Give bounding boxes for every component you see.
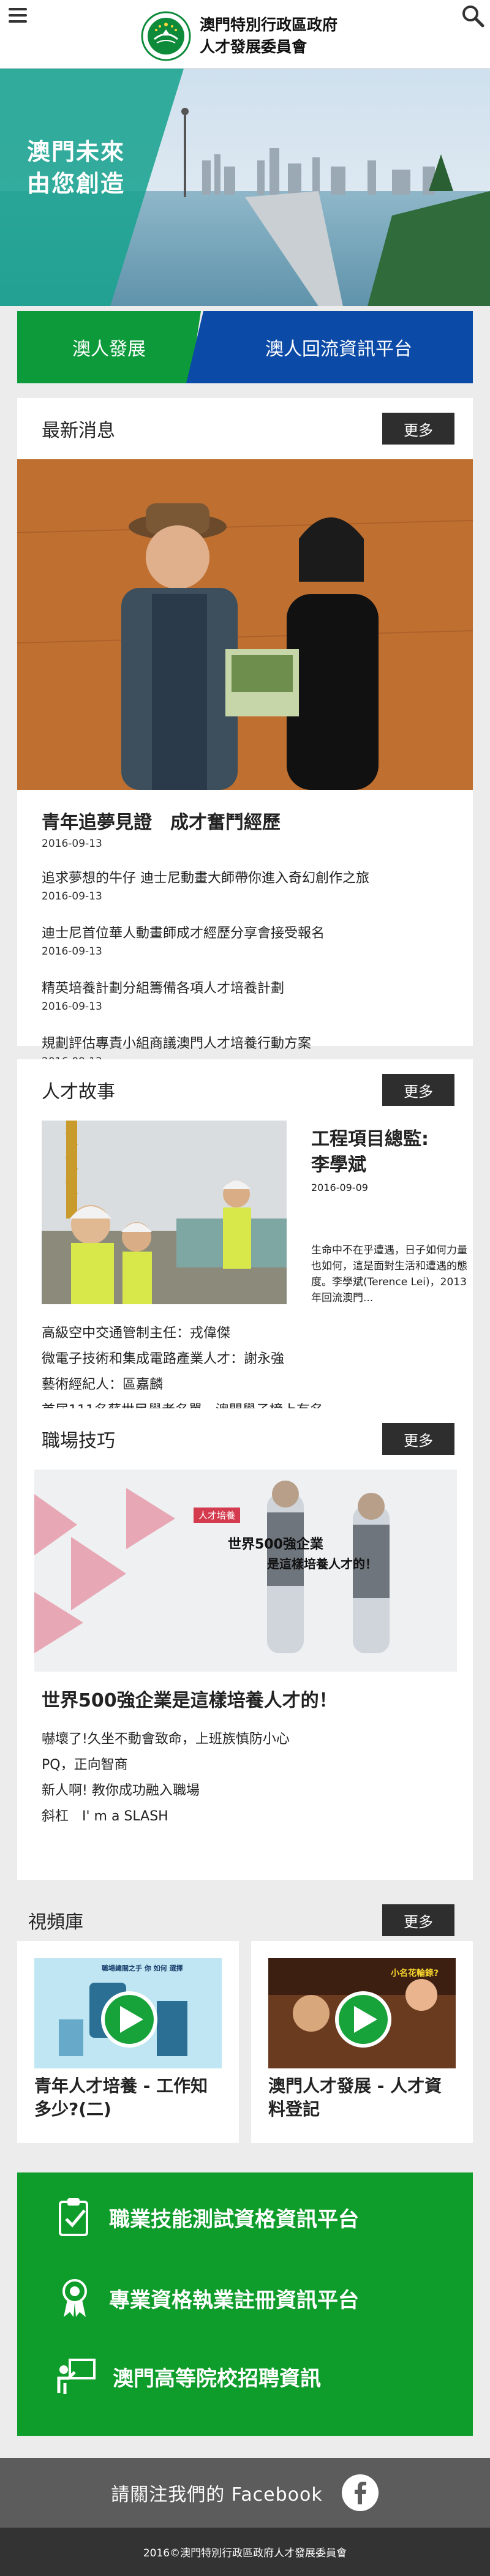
news-item-date: 2016-09-13 [42,890,102,903]
video-card[interactable]: 職場總關之手 你 如何 選擇 青年人才培養 - 工作知多少?(二) [17,1941,239,2143]
award-medal-icon [62,2279,87,2317]
news-feature-image[interactable] [17,459,473,790]
talent-header: 人才故事 更多 [17,1059,473,1121]
site-footer: 2016©澳門特別行政區政府人才發展委員會 [0,2528,490,2576]
platform-link-recruitment[interactable]: 澳門高等院校招聘資訊 [56,2356,321,2397]
platform-links: 職業技能測試資格資訊平台 專業資格執業註冊資訊平台 澳門高等院校招聘資訊 [17,2172,473,2436]
videos-header: 視頻庫 更多 [17,1898,473,1942]
skills-image-line2: 是這樣培養人才的！ [267,1556,377,1571]
skills-list-item[interactable]: PQ，正向智商 [17,1752,473,1778]
video-thumbnail[interactable]: 小名花輪錄? [268,1958,456,2068]
talent-more-button[interactable]: 更多 [382,1074,454,1106]
talent-feature-info: 工程項目總監: 李學斌 2016-09-09 生命中不在乎遭遇，日子如何力量也如… [287,1121,470,1306]
site-logo-link[interactable]: 澳門特別行政區政府 人才發展委員會 [141,11,337,61]
news-headline-date: 2016-09-13 [42,838,102,850]
search-icon[interactable] [461,4,485,28]
talent-list-item[interactable]: 高級空中交通管制主任：戎偉傑 [17,1321,473,1346]
talent-feature[interactable]: 工程項目總監: 李學斌 2016-09-09 生命中不在乎遭遇，日子如何力量也如… [17,1121,473,1306]
video-thumb-image [34,1958,222,2068]
page: 澳門特別行政區政府 人才發展委員會 澳門未來 由您創造 澳人發展 澳人回流資訊平… [0,0,490,2576]
talent-feature-title-line2[interactable]: 李學斌 [311,1152,470,1178]
video-thumb-caption: 小名花輪錄? [391,1969,439,1978]
news-section: 最新消息 更多 青年追夢見證 成才奮鬥經歷 2016-09-13 追求夢想的牛仔… [17,398,473,1068]
talent-feature-image[interactable] [42,1121,287,1304]
skills-title: 職場技巧 [42,1430,115,1452]
facebook-label[interactable]: 請關注我們的 Facebook [111,2479,323,2506]
platform-label[interactable]: 澳門高等院校招聘資訊 [113,2362,321,2392]
platform-link-professional[interactable]: 專業資格執業註冊資訊平台 [56,2277,359,2319]
skills-list-item[interactable]: 新人啊! 教你成功融入職場 [17,1778,473,1804]
skills-feature-image[interactable]: 人才培養 世界500強企業 是這樣培養人才的！ [34,1470,457,1672]
tab-return-platform[interactable]: 澳人回流資訊平台 [186,311,473,383]
talent-title: 人才故事 [42,1081,115,1103]
news-list-item[interactable]: 追求夢想的牛仔 迪士尼動畫大師帶你進入奇幻創作之旅 2016-09-13 [17,850,473,905]
news-title: 最新消息 [42,420,115,441]
hero-slogan-line1: 澳門未來 [27,138,126,165]
platform-link-skills-test[interactable]: 職業技能測試資格資訊平台 [56,2197,359,2237]
facebook-bar[interactable]: 請關注我們的 Facebook [0,2458,490,2528]
video-thumbnail[interactable]: 職場總關之手 你 如何 選擇 [34,1958,222,2068]
hero-slogan: 澳門未來 由您創造 [27,136,125,200]
talent-section: 人才故事 更多 工程項目總監: 李學斌 2016-09-09 生命中不在乎遭遇，… [17,1059,473,1421]
hero-banner: 澳門未來 由您創造 [0,69,490,306]
skills-headline[interactable]: 世界500強企業是這樣培養人才的！ [17,1672,473,1727]
skills-image [34,1470,457,1672]
platform-label[interactable]: 職業技能測試資格資訊平台 [109,2202,359,2232]
news-header: 最新消息 更多 [17,398,473,459]
talent-feature-title-line1[interactable]: 工程項目總監: [311,1127,470,1152]
menu-icon[interactable] [5,2,31,28]
video-thumb-caption: 職場總關之手 你 如何 選擇 [102,1964,183,1972]
hero-slogan-line2: 由您創造 [27,170,126,197]
copyright-text: 2016©澳門特別行政區政府人才發展委員會 [143,2547,347,2559]
talent-list-item[interactable]: 微電子技術和集成電路產業人才：謝永強 [17,1346,473,1372]
org-name-line2: 人才發展委員會 [200,38,307,56]
video-title[interactable]: 澳門人才發展 - 人才資料登記 [251,2068,473,2127]
videos-more-button[interactable]: 更多 [382,1904,454,1936]
news-list-item[interactable]: 精英培養計劃分組籌備各項人才培養計劃 2016-09-13 [17,960,473,1015]
facebook-icon[interactable] [341,2474,379,2512]
tab-macao-development[interactable]: 澳人發展 [17,311,201,383]
skills-image-tag: 人才培養 [194,1508,241,1523]
news-more-button[interactable]: 更多 [382,413,454,445]
talent-feature-desc: 生命中不在乎遭遇，日子如何力量也如何，這是面對生活和遭遇的態度。李學斌(Tere… [311,1244,467,1304]
talent-list-item[interactable]: 藝術經紀人：區嘉麟 [17,1372,473,1398]
news-item-title[interactable]: 迪士尼首位華人動畫師成才經歷分享會接受報名 [42,922,448,942]
skills-list-item[interactable]: 嚇壞了!久坐不動會致命，上班族慎防小心 [17,1727,473,1752]
news-item-title[interactable]: 精英培養計劃分組籌備各項人才培養計劃 [42,977,448,997]
main-tabs: 澳人發展 澳人回流資訊平台 [17,311,473,383]
video-card[interactable]: 小名花輪錄? 澳門人才發展 - 人才資料登記 [251,1941,473,2143]
talent-feature-date: 2016-09-09 [311,1182,368,1193]
macao-emblem-icon [141,11,191,61]
skills-list-item[interactable]: 斜杠 I' m a SLASH [17,1804,473,1830]
news-item-date: 2016-09-13 [42,1001,102,1013]
site-header: 澳門特別行政區政府 人才發展委員會 [0,0,490,69]
news-item-title[interactable]: 規劃評估專責小組商議澳門人才培養行動方案 [42,1032,448,1052]
skills-section: 職場技巧 更多 人才培養 世界500強企業 是這樣培養人才的！ 世界500強企業… [17,1408,473,1880]
org-name-line1: 澳門特別行政區政府 [200,16,338,34]
presentation-board-icon [57,2359,96,2394]
org-name: 澳門特別行政區政府 人才發展委員會 [200,14,337,58]
skills-header: 職場技巧 更多 [17,1408,473,1470]
news-list-item[interactable]: 迪士尼首位華人動畫師成才經歷分享會接受報名 2016-09-13 [17,905,473,960]
video-title[interactable]: 青年人才培養 - 工作知多少?(二) [17,2068,239,2127]
news-headline[interactable]: 青年追夢見證 成才奮鬥經歷 [17,790,473,838]
skills-image-line1: 世界500強企業 [228,1537,323,1552]
platform-label[interactable]: 專業資格執業註冊資訊平台 [109,2283,359,2313]
skills-more-button[interactable]: 更多 [382,1423,454,1455]
clipboard-check-icon [59,2198,88,2236]
news-item-date: 2016-09-13 [42,945,102,958]
videos-title: 視頻庫 [28,1912,83,1933]
news-item-title[interactable]: 追求夢想的牛仔 迪士尼動畫大師帶你進入奇幻創作之旅 [42,867,448,887]
